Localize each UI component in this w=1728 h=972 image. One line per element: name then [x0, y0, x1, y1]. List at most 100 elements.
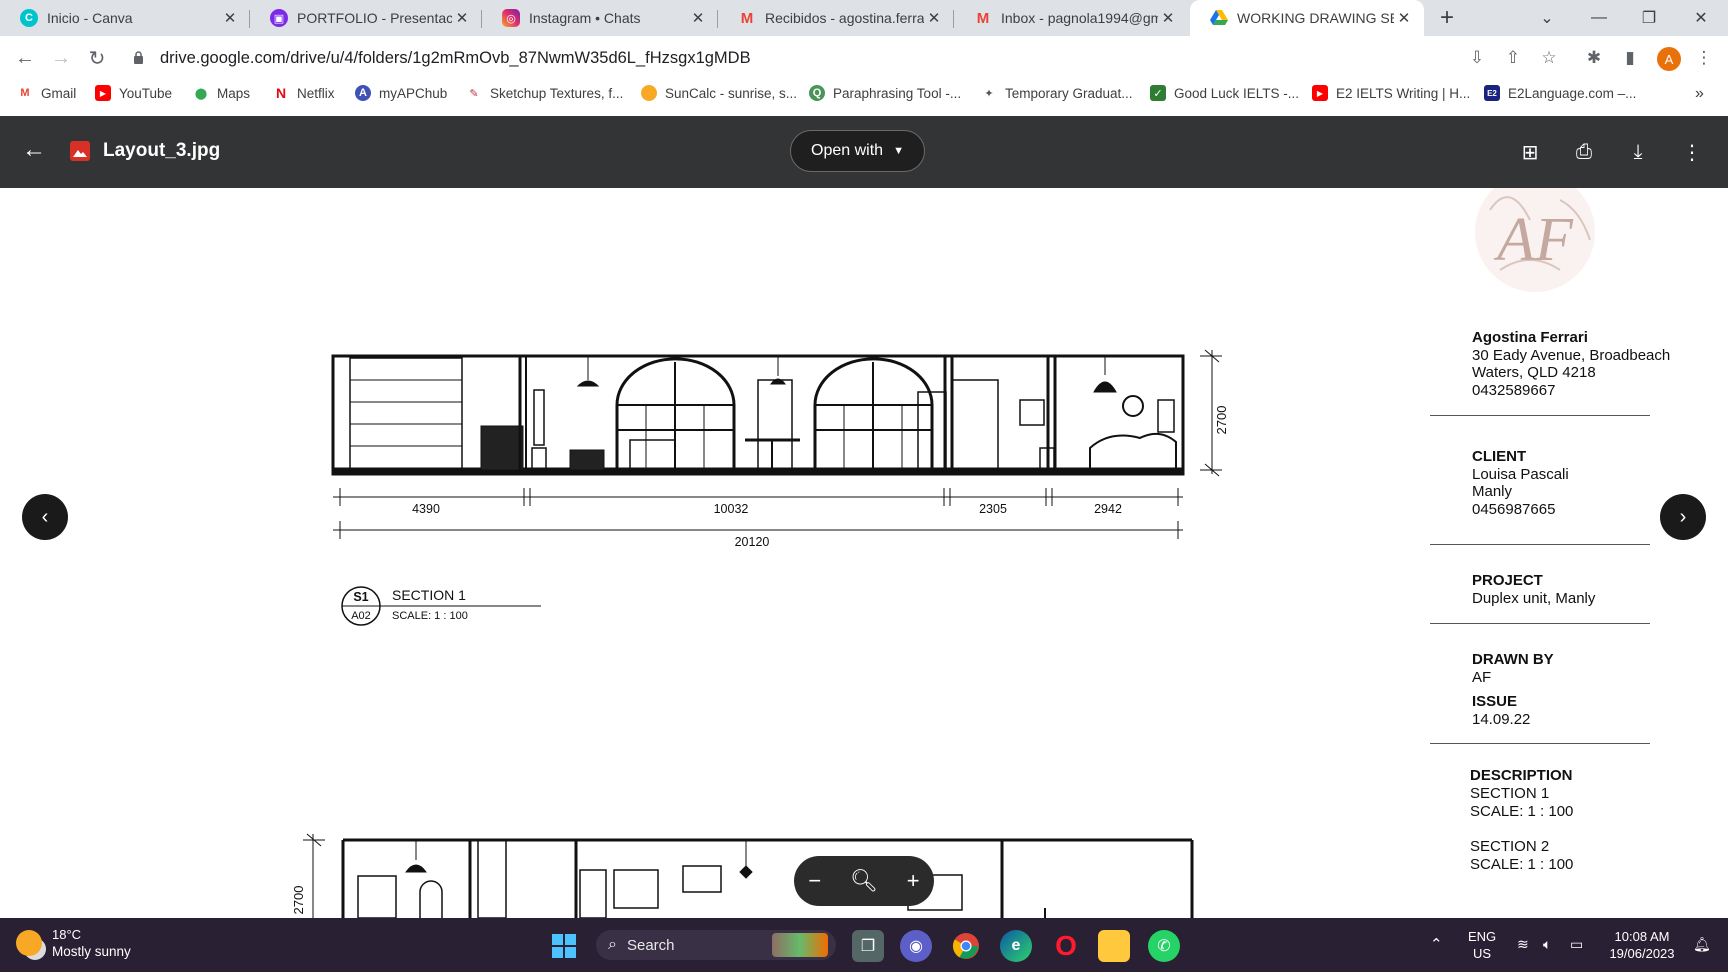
bookmark-e2-ielts-writing[interactable]: ▶ E2 IELTS Writing | H...: [1312, 85, 1470, 101]
language-code: ENG: [1468, 929, 1497, 944]
kebab-menu-icon[interactable]: ⋮: [1692, 46, 1716, 70]
file-explorer-icon[interactable]: [1098, 930, 1130, 962]
bookmark-gmail[interactable]: M Gmail: [17, 85, 76, 101]
tab-instagram[interactable]: ◎ Instagram • Chats ✕: [482, 0, 718, 36]
dimension-label: 2305: [979, 502, 1007, 516]
bookmark-good-luck-ielts[interactable]: ✓ Good Luck IELTS -...: [1150, 85, 1299, 101]
open-with-button[interactable]: Open with ▼: [790, 130, 925, 172]
section-1-height-label: 2700: [1214, 406, 1229, 435]
close-icon[interactable]: ✕: [452, 9, 472, 27]
image-preview-area: AF 2700 4390 10032 2305 2942 20120 S1 A0…: [0, 188, 1728, 918]
description-line: SCALE: 1 : 100: [1470, 856, 1574, 873]
bookmark-myapchub[interactable]: AmyAPChub: [355, 85, 447, 101]
tab-portfolio[interactable]: ▣ PORTFOLIO - Presentación ✕: [250, 0, 482, 36]
profile-avatar[interactable]: A: [1657, 47, 1681, 71]
install-icon[interactable]: ⇩: [1465, 46, 1489, 70]
back-arrow-icon[interactable]: ←: [22, 136, 46, 164]
windows-start-icon[interactable]: [548, 930, 580, 962]
weather-widget[interactable]: 18°C Mostly sunny: [16, 926, 131, 960]
edge-icon[interactable]: e: [1000, 930, 1032, 962]
client-block: CLIENT Louisa Pascali Manly 0456987665: [1472, 448, 1569, 518]
bookmark-label: Paraphrasing Tool -...: [833, 85, 962, 101]
battery-icon[interactable]: ▭: [1570, 936, 1583, 953]
close-icon[interactable]: ✕: [688, 9, 708, 27]
bookmark-label: YouTube: [119, 85, 173, 101]
previous-file-button[interactable]: ‹: [22, 494, 68, 540]
suncalc-icon: [641, 85, 657, 101]
teams-chat-icon[interactable]: ◉: [900, 930, 932, 962]
chevron-up-icon[interactable]: ⌃: [1430, 936, 1443, 953]
total-dimension-label: 20120: [735, 535, 770, 549]
bookmark-label: myAPChub: [379, 85, 448, 101]
bookmarks-overflow-icon[interactable]: »: [1695, 85, 1704, 103]
bookmark-paraphrasing[interactable]: Q Paraphrasing Tool -...: [809, 85, 961, 101]
bookmark-maps[interactable]: ⬤ Maps: [193, 85, 250, 101]
magnifier-icon[interactable]: 🔍︎: [850, 868, 878, 894]
description-line: SECTION 2: [1470, 838, 1550, 855]
netflix-icon: N: [275, 85, 287, 101]
more-options-icon[interactable]: ⋮: [1678, 138, 1706, 166]
lock-icon: [133, 51, 144, 64]
back-arrow-icon[interactable]: ←: [10, 43, 40, 73]
architect-name: Agostina Ferrari: [1472, 329, 1588, 346]
bookmark-e2language[interactable]: E2 E2Language.com –...: [1484, 85, 1636, 101]
share-icon[interactable]: ⇧: [1501, 46, 1525, 70]
bookmark-sketchup[interactable]: ✎ Sketchup Textures, f...: [466, 85, 623, 101]
bookmark-temporary-graduate[interactable]: ✦ Temporary Graduat...: [981, 85, 1132, 101]
extensions-icon[interactable]: ✱: [1582, 46, 1606, 70]
task-view-icon[interactable]: ❐: [852, 930, 884, 962]
tab-working-drawing-set[interactable]: WORKING DRAWING SET - ✕: [1190, 0, 1424, 36]
close-icon[interactable]: ✕: [924, 9, 944, 27]
e2-icon: E2: [1484, 85, 1500, 101]
close-icon[interactable]: ✕: [1158, 9, 1178, 27]
description-line: SECTION 1: [1470, 785, 1550, 802]
dimension-label: 2942: [1094, 502, 1122, 516]
whatsapp-icon[interactable]: ✆: [1148, 930, 1180, 962]
search-label: Search: [626, 936, 675, 954]
architect-phone: 0432589667: [1472, 381, 1556, 399]
zoom-out-icon[interactable]: −: [808, 868, 821, 894]
tab-gmail-recibidos[interactable]: M Recibidos - agostina.ferrari ✕: [718, 0, 954, 36]
close-icon[interactable]: ✕: [1394, 9, 1414, 27]
add-to-drive-icon[interactable]: ⊞: [1516, 138, 1544, 166]
star-icon[interactable]: ☆: [1537, 46, 1561, 70]
close-icon[interactable]: ✕: [220, 9, 240, 27]
new-tab-plus-icon[interactable]: +: [1440, 4, 1454, 32]
bookmark-label: SunCalc - sunrise, s...: [665, 85, 798, 101]
zoom-in-icon[interactable]: +: [907, 868, 920, 894]
volume-icon[interactable]: 🔈︎: [1543, 936, 1551, 953]
next-file-button[interactable]: ›: [1660, 494, 1706, 540]
image-file-icon: [70, 141, 90, 161]
chevron-down-icon[interactable]: ⌄: [1522, 0, 1572, 36]
print-icon[interactable]: ⎙: [1570, 138, 1598, 166]
dimension-label: 4390: [412, 502, 440, 516]
client-phone: 0456987665: [1472, 500, 1556, 518]
notifications-icon[interactable]: 🔔︎: [1693, 936, 1711, 953]
minimize-icon[interactable]: —: [1574, 0, 1624, 36]
restore-icon[interactable]: ❐: [1624, 0, 1674, 36]
project-block: PROJECT Duplex unit, Manly: [1472, 572, 1595, 607]
forward-arrow-icon[interactable]: →: [46, 43, 76, 73]
bookmark-suncalc[interactable]: SunCalc - sunrise, s...: [641, 85, 797, 101]
issue-heading: ISSUE: [1472, 693, 1518, 710]
bookmark-netflix[interactable]: N Netflix: [273, 85, 335, 101]
opera-icon[interactable]: O: [1050, 930, 1082, 962]
tab-canva-home[interactable]: C Inicio - Canva ✕: [0, 0, 250, 36]
bookmark-youtube[interactable]: ▶ YouTube: [95, 85, 172, 101]
logo-text: AF: [1493, 206, 1574, 274]
side-panel-icon[interactable]: ▮: [1618, 46, 1642, 70]
chrome-icon[interactable]: [950, 930, 982, 962]
wifi-icon[interactable]: ≋: [1517, 936, 1529, 953]
clock[interactable]: 10:08 AM 19/06/2023: [1600, 928, 1684, 962]
download-icon[interactable]: ⤓: [1624, 138, 1652, 166]
section-2-height-label: 2700: [291, 886, 306, 915]
url-text[interactable]: drive.google.com/drive/u/4/folders/1g2mR…: [160, 49, 1360, 68]
divider: [1430, 623, 1650, 624]
clock-date: 19/06/2023: [1609, 946, 1675, 961]
taskbar-search[interactable]: ⌕ Search: [596, 930, 836, 960]
open-with-label: Open with: [811, 142, 884, 159]
reload-icon[interactable]: ↻: [82, 43, 112, 73]
tab-gmail-inbox[interactable]: M Inbox - pagnola1994@gma ✕: [954, 0, 1188, 36]
close-window-icon[interactable]: ✕: [1676, 0, 1726, 36]
language-indicator[interactable]: ENG US: [1468, 928, 1496, 962]
